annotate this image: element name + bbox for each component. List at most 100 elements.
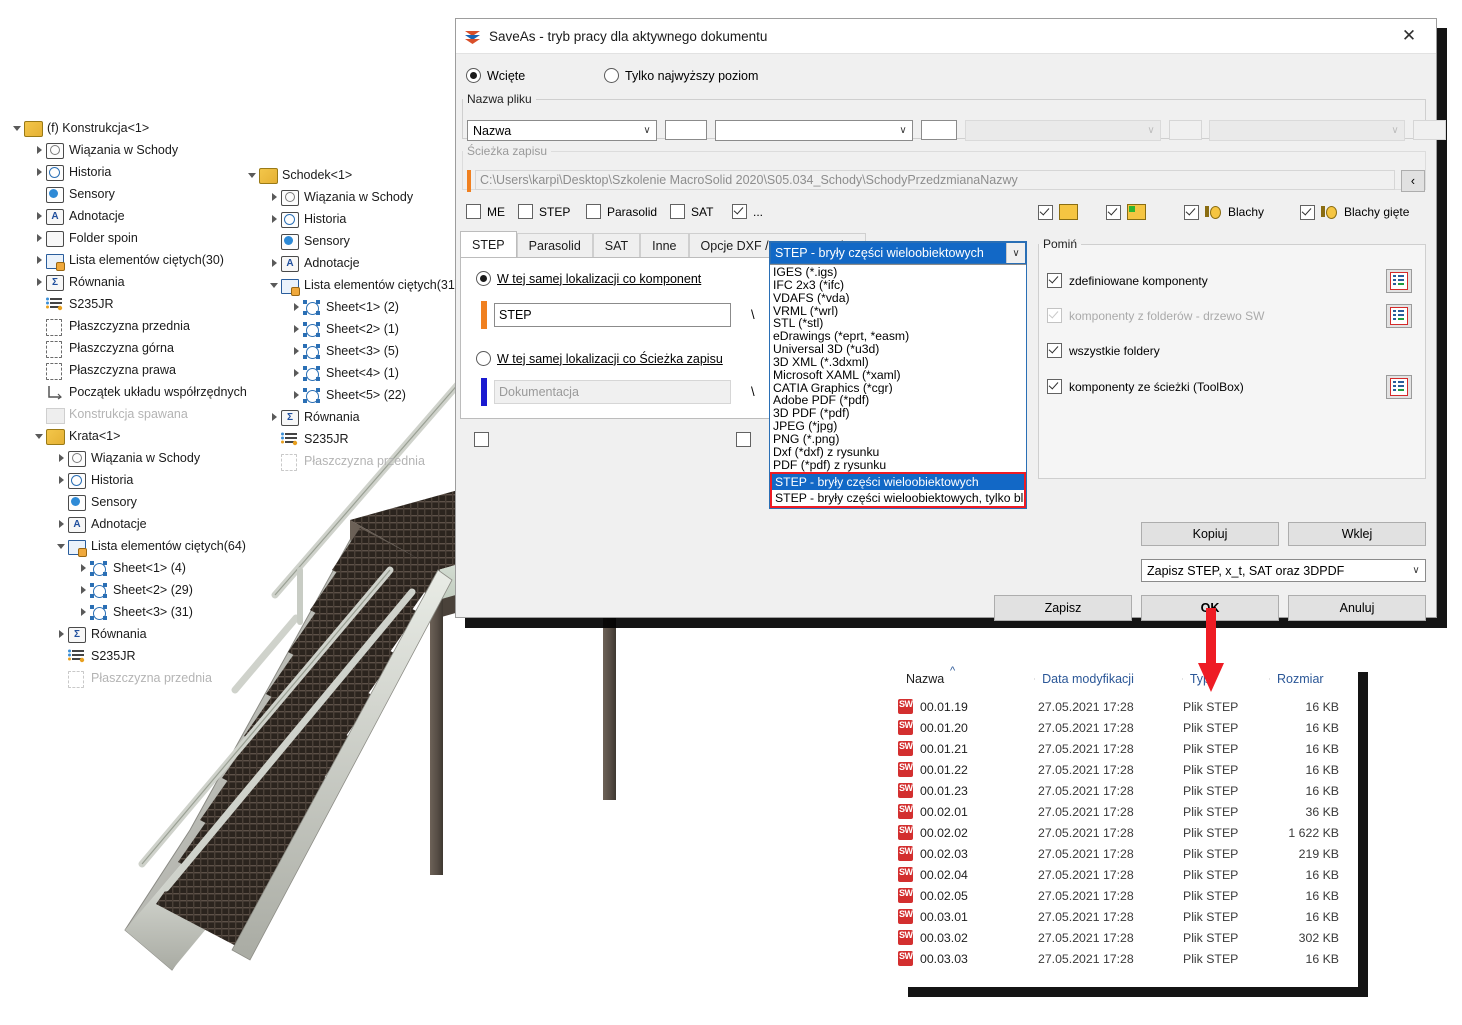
tree-node[interactable]: Płaszczyzna prawa — [10, 359, 247, 381]
table-row[interactable]: 00.01.19 27.05.2021 17:28 Plik STEP 16 KB — [898, 696, 1358, 717]
tree-node[interactable]: Lista elementów ciętych(64) — [10, 535, 247, 557]
table-row[interactable]: 00.02.03 27.05.2021 17:28 Plik STEP 219 KB — [898, 843, 1358, 864]
chevron-right-icon[interactable] — [32, 227, 46, 249]
chevron-right-icon[interactable] — [289, 384, 303, 406]
chevron-right-icon[interactable] — [32, 271, 46, 293]
tree-node[interactable]: Lista elementów ciętych(31) — [245, 274, 459, 296]
tree-node[interactable]: Historia — [10, 469, 247, 491]
chevron-right-icon[interactable] — [32, 205, 46, 227]
chevron-right-icon[interactable] — [289, 340, 303, 362]
tree-node[interactable]: Schodek<1> — [245, 164, 459, 186]
tree-node[interactable]: Sheet<3> (5) — [245, 340, 459, 362]
tree-node[interactable]: Płaszczyzna przednia — [10, 315, 247, 337]
dropdown-option[interactable]: VDAFS (*vda) — [770, 292, 1026, 305]
tree-node[interactable]: Folder spoin — [10, 227, 247, 249]
dropdown-option[interactable]: Microsoft XAML (*xaml) — [770, 369, 1026, 382]
skip-folder-components-list-button[interactable] — [1386, 304, 1412, 328]
skip-folder-components[interactable]: komponenty z folderów - drzewo SW — [1047, 308, 1264, 323]
column-header-size[interactable]: Rozmiar — [1269, 672, 1358, 686]
dropdown-option[interactable]: Universal 3D (*u3d) — [770, 343, 1026, 356]
filename-field-3[interactable] — [1169, 120, 1202, 140]
filename-combo-3[interactable]: ∨ — [965, 120, 1161, 141]
table-row[interactable]: 00.01.20 27.05.2021 17:28 Plik STEP 16 KB — [898, 717, 1358, 738]
table-row[interactable]: 00.02.01 27.05.2021 17:28 Plik STEP 36 KB — [898, 801, 1358, 822]
chevron-right-icon[interactable] — [267, 186, 281, 208]
paste-button[interactable]: Wklej — [1288, 522, 1426, 546]
tree-node[interactable]: S235JR — [10, 645, 247, 667]
dropdown-option[interactable]: Adobe PDF (*pdf) — [770, 394, 1026, 407]
chevron-right-icon[interactable] — [32, 161, 46, 183]
chevron-right-icon[interactable] — [289, 318, 303, 340]
dropdown-option[interactable]: 3D XML (*.3dxml) — [770, 356, 1026, 369]
chevron-right-icon[interactable] — [76, 579, 90, 601]
filename-field-4[interactable] — [1413, 120, 1446, 140]
explorer-file-list[interactable]: Nazwa ^ Data modyfikacji Typ Rozmiar 00.… — [898, 662, 1358, 987]
tree-node[interactable]: Krata<1> — [10, 425, 247, 447]
tree-node[interactable]: S235JR — [245, 428, 459, 450]
radio-same-as-component[interactable]: W tej samej lokalizacji co komponent — [476, 271, 701, 286]
tree-node[interactable]: Wiązania w Schody — [10, 447, 247, 469]
column-header-date[interactable]: Data modyfikacji — [1034, 672, 1182, 686]
chevron-right-icon[interactable] — [76, 557, 90, 579]
tree-node[interactable]: Sheet<1> (4) — [10, 557, 247, 579]
chevron-down-icon[interactable] — [32, 425, 46, 447]
tree-node[interactable]: Lista elementów ciętych(30) — [10, 249, 247, 271]
tree-node[interactable]: Σ Równania — [245, 406, 459, 428]
preset-combo[interactable]: Zapisz STEP, x_t, SAT oraz 3DPDF ∨ — [1141, 559, 1426, 582]
radio-same-as-savepath[interactable]: W tej samej lokalizacji co Ścieżka zapis… — [476, 351, 723, 366]
tab-parasolid[interactable]: Parasolid — [516, 233, 593, 257]
skip-defined-components-list-button[interactable] — [1386, 269, 1412, 293]
tab-step[interactable]: STEP — [460, 231, 517, 257]
table-row[interactable]: 00.01.21 27.05.2021 17:28 Plik STEP 16 KB — [898, 738, 1358, 759]
chevron-right-icon[interactable] — [54, 469, 68, 491]
tree-node[interactable]: Sheet<1> (2) — [245, 296, 459, 318]
toggle-blachy-giete[interactable]: Blachy gięte — [1300, 204, 1409, 220]
step-folder-input[interactable]: STEP — [494, 303, 731, 327]
docs-folder-input[interactable]: Dokumentacja — [494, 380, 731, 404]
table-row[interactable]: 00.02.04 27.05.2021 17:28 Plik STEP 16 KB — [898, 864, 1358, 885]
chevron-right-icon[interactable] — [267, 208, 281, 230]
tree-node[interactable]: Początek układu współrzędnych — [10, 381, 247, 403]
format-dropdown[interactable]: STEP - bryły części wieloobiektowych ∨ I… — [769, 241, 1027, 509]
chevron-right-icon[interactable] — [267, 252, 281, 274]
filename-field-2[interactable] — [921, 120, 957, 140]
dropdown-option[interactable]: PDF (*pdf) z rysunku — [770, 459, 1026, 472]
tree-node[interactable]: Sheet<3> (31) — [10, 601, 247, 623]
chevron-down-icon[interactable]: ∨ — [1006, 243, 1025, 263]
tree-node[interactable]: S235JR — [10, 293, 247, 315]
filename-combo-4[interactable]: ∨ — [1209, 120, 1405, 141]
close-icon[interactable]: ✕ — [1390, 21, 1428, 51]
dropdown-option[interactable]: Dxf (*dxf) z rysunku — [770, 446, 1026, 459]
saveas-dialog[interactable]: SaveAs - tryb pracy dla aktywnego dokume… — [455, 18, 1446, 621]
table-row[interactable]: 00.03.01 27.05.2021 17:28 Plik STEP 16 KB — [898, 906, 1358, 927]
tree-node[interactable]: Płaszczyzna przednia — [10, 667, 247, 689]
skip-toolbox-components-list-button[interactable] — [1386, 375, 1412, 399]
checkbox-sat[interactable]: SAT — [670, 204, 732, 219]
tree-node[interactable]: A Adnotacje — [245, 252, 459, 274]
tab-inne[interactable]: Inne — [640, 233, 689, 257]
chevron-right-icon[interactable] — [54, 623, 68, 645]
chevron-right-icon[interactable] — [289, 296, 303, 318]
column-header-type[interactable]: Typ — [1181, 672, 1269, 686]
chevron-right-icon[interactable] — [54, 447, 68, 469]
tree-node[interactable]: Σ Równania — [10, 623, 247, 645]
dropdown-option[interactable]: IGES (*.igs) — [770, 266, 1026, 279]
tree-node[interactable]: (f) Konstrukcja<1> — [10, 117, 247, 139]
tree-node[interactable]: Wiązania w Schody — [245, 186, 459, 208]
path-input[interactable]: C:\Users\karpi\Desktop\Szkolenie MacroSo… — [475, 170, 1395, 190]
dropdown-option[interactable]: VRML (*wrl) — [770, 305, 1026, 318]
tree-node[interactable]: Sheet<2> (29) — [10, 579, 247, 601]
chevron-right-icon[interactable] — [76, 601, 90, 623]
table-row[interactable]: 00.03.03 27.05.2021 17:28 Plik STEP 16 KB — [898, 948, 1358, 969]
tree-node[interactable]: Sensory — [10, 183, 247, 205]
filename-field-1[interactable] — [665, 120, 707, 140]
tab-sat[interactable]: SAT — [592, 233, 641, 257]
filename-combo-2[interactable]: ∨ — [715, 120, 913, 141]
checkbox-parasolid[interactable]: Parasolid — [586, 204, 670, 219]
tree-node[interactable]: Płaszczyzna górna — [10, 337, 247, 359]
format-dropdown-selected[interactable]: STEP - bryły części wieloobiektowych ∨ — [770, 242, 1026, 264]
dropdown-option[interactable]: IFC 2x3 (*ifc) — [770, 279, 1026, 292]
cancel-button[interactable]: Anuluj — [1288, 595, 1426, 621]
tree-node[interactable]: A Adnotacje — [10, 513, 247, 535]
tree-node[interactable]: Sensory — [245, 230, 459, 252]
